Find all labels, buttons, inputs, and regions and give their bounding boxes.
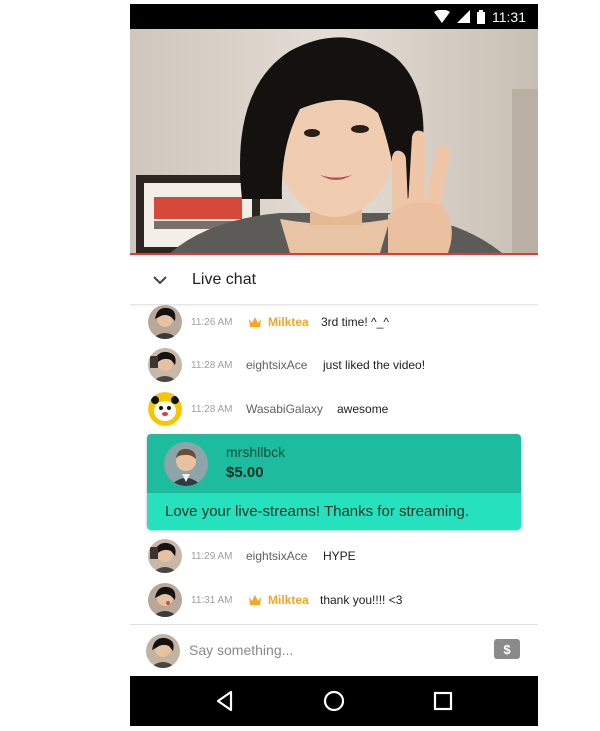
super-chat-header: mrshllbck $5.00: [147, 434, 521, 493]
crown-icon: [249, 595, 261, 605]
phone-screen: 11:31 Live chat 11:26 AM Milktea 3rd tim…: [130, 4, 538, 726]
message-author[interactable]: WasabiGalaxy: [246, 402, 323, 416]
message-text: 3rd time! ^_^: [321, 315, 389, 329]
status-time: 11:31: [492, 8, 526, 25]
avatar: [148, 583, 182, 617]
message-time: 11:26 AM: [191, 316, 233, 328]
message-time: 11:31 AM: [191, 594, 233, 606]
super-chat-amount: $5.00: [226, 464, 264, 481]
status-bar: 11:31: [130, 4, 538, 29]
message-author[interactable]: Milktea: [268, 593, 309, 607]
chat-message: 11:26 AM Milktea 3rd time! ^_^: [130, 305, 538, 340]
chat-header: Live chat: [130, 255, 538, 305]
message-text: thank you!!!! <3: [320, 593, 403, 607]
chat-message: 11:31 AM Milktea thank you!!!! <3: [130, 582, 538, 618]
navigation-bar: [130, 676, 538, 726]
chevron-down-icon[interactable]: [152, 272, 168, 288]
avatar: [148, 392, 182, 426]
message-text: awesome: [337, 402, 389, 416]
back-icon[interactable]: [212, 688, 238, 714]
message-author[interactable]: Milktea: [268, 315, 309, 329]
chat-title: Live chat: [192, 270, 257, 288]
chat-message: 11:29 AM eightsixAce HYPE: [130, 538, 538, 574]
super-chat-text: Love your live-streams! Thanks for strea…: [165, 503, 470, 520]
chat-messages[interactable]: 11:26 AM Milktea 3rd time! ^_^ 11:28 AM …: [130, 305, 538, 623]
message-text: HYPE: [323, 549, 356, 563]
super-chat-card[interactable]: mrshllbck $5.00 Love your live-streams! …: [147, 434, 521, 530]
message-time: 11:28 AM: [191, 403, 233, 415]
chat-input[interactable]: [189, 638, 479, 662]
message-author[interactable]: eightsixAce: [246, 549, 307, 563]
avatar: [146, 634, 180, 668]
home-icon[interactable]: [321, 688, 347, 714]
chat-message: 11:28 AM eightsixAce just liked the vide…: [130, 347, 538, 383]
message-time: 11:28 AM: [191, 359, 233, 371]
recents-icon[interactable]: [430, 688, 456, 714]
battery-icon: [477, 9, 485, 24]
message-author[interactable]: eightsixAce: [246, 358, 307, 372]
video-player[interactable]: [130, 29, 538, 253]
avatar: [148, 539, 182, 573]
signal-icon: [457, 10, 470, 23]
super-chat-button[interactable]: $: [494, 639, 520, 659]
video-frame: [130, 29, 538, 253]
message-text: just liked the video!: [323, 358, 426, 372]
dollar-icon: $: [503, 641, 511, 657]
avatar: [148, 305, 182, 339]
chat-input-bar: $: [130, 624, 538, 676]
super-chat-author[interactable]: mrshllbck: [226, 444, 285, 460]
avatar: [148, 348, 182, 382]
message-time: 11:29 AM: [191, 550, 233, 562]
chat-message: 11:28 AM WasabiGalaxy awesome: [130, 391, 538, 427]
avatar: [164, 442, 208, 486]
crown-icon: [249, 317, 261, 327]
super-chat-body: Love your live-streams! Thanks for strea…: [147, 493, 521, 530]
wifi-icon: [434, 10, 450, 23]
